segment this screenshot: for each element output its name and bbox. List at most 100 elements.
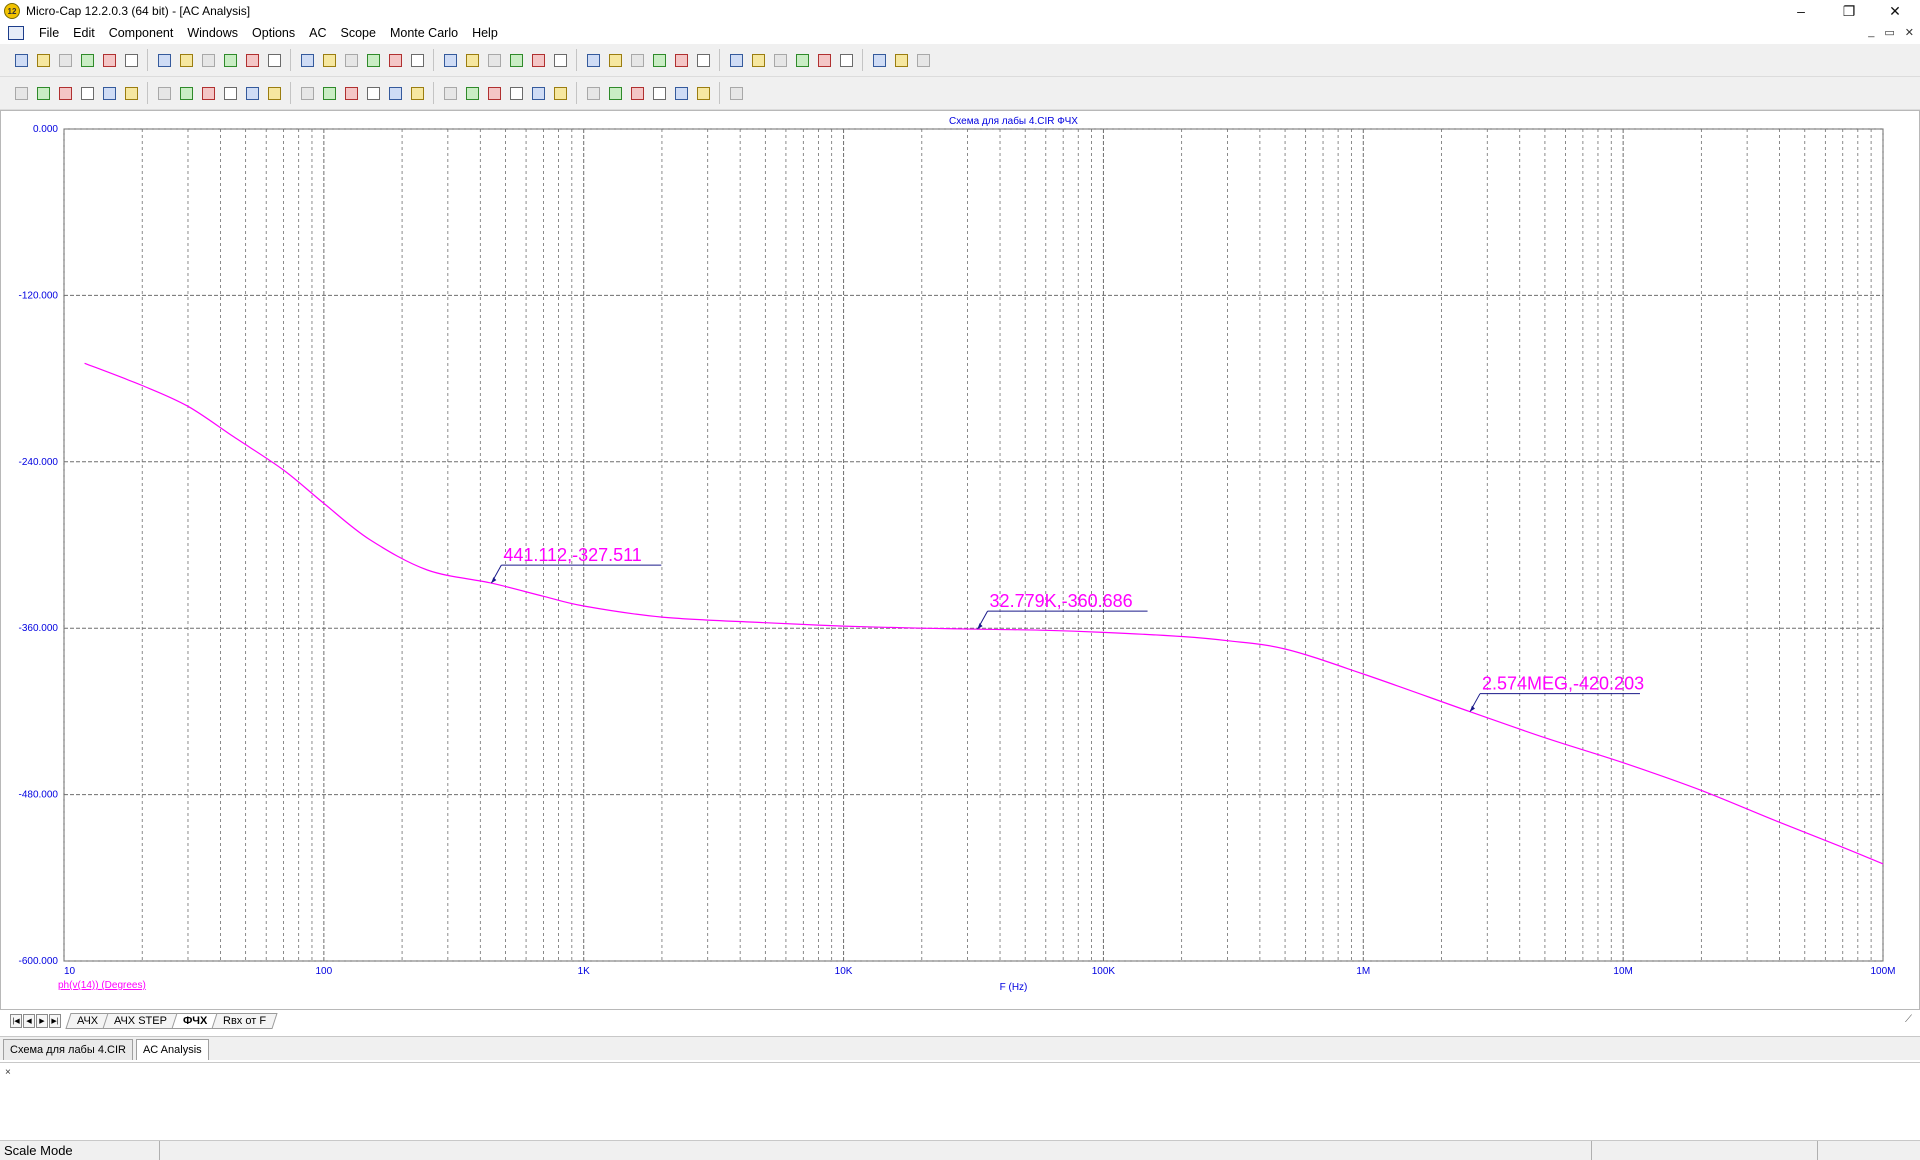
component-editor-button[interactable] [726,50,746,70]
text-button[interactable] [121,83,141,103]
pan-button[interactable] [33,83,53,103]
cascade-button[interactable] [583,50,603,70]
stop-button[interactable] [176,83,196,103]
inflection-button[interactable] [341,83,361,103]
zoom-button[interactable] [55,83,75,103]
tag-label[interactable]: 2.574MEG,-420.203 [1482,674,1644,694]
diode-button[interactable] [407,50,427,70]
copy-button[interactable] [220,50,240,70]
data-point-button[interactable] [550,83,570,103]
battery-button[interactable] [440,50,460,70]
tag-vertical-button[interactable] [506,83,526,103]
cursor-mode-button[interactable] [99,83,119,103]
page-button[interactable] [693,50,713,70]
menu-windows[interactable]: Windows [180,26,245,40]
last-tab-button[interactable]: ▶| [49,1014,61,1028]
y-axis-label[interactable]: ph(v(14)) (Degrees) [58,980,146,991]
document-icon[interactable] [8,26,24,40]
go-to-branch-button[interactable] [407,83,427,103]
junction-button[interactable] [550,50,570,70]
shape-editor-button[interactable] [814,50,834,70]
tile-vertical-button[interactable] [627,50,647,70]
tools-button[interactable] [869,50,889,70]
tag-left-button[interactable] [440,83,460,103]
menu-ac[interactable]: AC [302,26,333,40]
menu-scope[interactable]: Scope [334,26,383,40]
menu-monte-carlo[interactable]: Monte Carlo [383,26,465,40]
inductor-button[interactable] [385,50,405,70]
transistor-button[interactable] [462,50,482,70]
save-all-button[interactable] [77,50,97,70]
menu-options[interactable]: Options [245,26,302,40]
resistor-button[interactable] [341,50,361,70]
close-button[interactable]: ✕ [1872,0,1918,22]
zoom-in-button[interactable] [583,83,603,103]
output-pane[interactable]: × [0,1062,1920,1140]
paste-button[interactable] [242,50,262,70]
pointer-button[interactable] [11,83,31,103]
go-to-x-button[interactable] [363,83,383,103]
model-button[interactable] [792,50,812,70]
globe-button[interactable] [748,50,768,70]
font-button[interactable] [671,83,691,103]
calculator-button[interactable] [671,50,691,70]
resize-grip-icon[interactable]: ⟋ [1905,1014,1912,1025]
mdi-close-button[interactable]: ✕ [1905,26,1914,39]
prev-tab-button[interactable]: ◀ [23,1014,35,1028]
file-tab-ac-analysis[interactable]: AC Analysis [135,1039,209,1060]
wire-button[interactable] [528,50,548,70]
undo-button[interactable] [154,50,174,70]
tab-achx-step[interactable]: АЧХ STEP [102,1013,178,1029]
menu-edit[interactable]: Edit [66,26,102,40]
zoom-out-button[interactable] [605,83,625,103]
restore-button[interactable]: ❐ [1826,0,1872,22]
new-file-button[interactable] [11,50,31,70]
print-button[interactable] [121,50,141,70]
delete-button[interactable] [264,50,284,70]
tag-label[interactable]: 32.779K,-360.686 [990,591,1133,611]
grid-button[interactable] [649,83,669,103]
analysis-button[interactable] [891,50,911,70]
file-tab-schematic[interactable]: Схема для лабы 4.CIR [3,1039,133,1060]
opamp-button[interactable] [484,50,504,70]
step-button[interactable] [220,83,240,103]
window-button[interactable] [649,50,669,70]
tag-label[interactable]: 441.112,-327.511 [503,545,641,565]
tile-horizontal-button[interactable] [605,50,625,70]
valley-button[interactable] [264,83,284,103]
scale-button[interactable] [77,83,97,103]
print-preview-button[interactable] [99,50,119,70]
settings-button[interactable] [913,50,933,70]
low-button[interactable] [319,83,339,103]
save-button[interactable] [55,50,75,70]
menu-file[interactable]: File [32,26,66,40]
pause-button[interactable] [198,83,218,103]
ground-button[interactable] [319,50,339,70]
peak-button[interactable] [242,83,262,103]
mdi-minimize-button[interactable]: _ [1868,26,1874,39]
high-button[interactable] [297,83,317,103]
first-tab-button[interactable]: |◀ [10,1014,22,1028]
redo-button[interactable] [176,50,196,70]
auto-scale-button[interactable] [627,83,647,103]
close-icon[interactable]: × [5,1067,11,1078]
package-editor-button[interactable] [836,50,856,70]
macro-button[interactable] [506,50,526,70]
properties-button[interactable] [770,50,790,70]
tab-rin-vs-f[interactable]: Rвх от F [211,1013,279,1029]
color-button[interactable] [693,83,713,103]
performance-tag-button[interactable] [528,83,548,103]
mdi-restore-button[interactable]: ▭ [1884,26,1894,39]
next-tab-button[interactable]: ▶ [36,1014,48,1028]
phase-chart[interactable]: 10 100 1K 10K 100K 1M 10M 100M 0.000 -120.000 -240… [1,111,1919,1009]
tag-horizontal-button[interactable] [484,83,504,103]
capacitor-button[interactable] [363,50,383,70]
menu-component[interactable]: Component [102,26,181,40]
minimize-button[interactable]: – [1778,0,1824,22]
open-file-button[interactable] [33,50,53,70]
align-button[interactable] [726,83,746,103]
tag-right-button[interactable] [462,83,482,103]
menu-help[interactable]: Help [465,26,505,40]
go-to-y-button[interactable] [385,83,405,103]
run-button[interactable] [154,83,174,103]
